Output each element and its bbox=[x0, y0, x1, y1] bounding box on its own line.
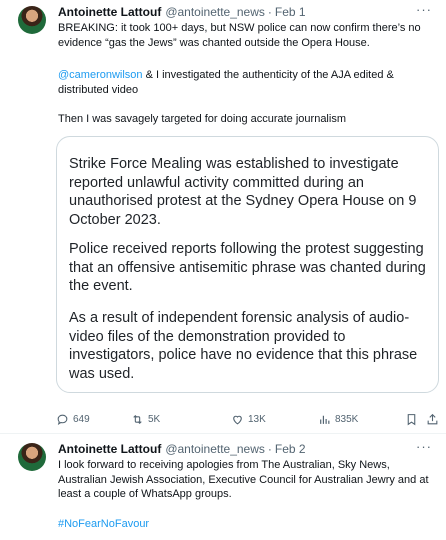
tweet-actions: 649 5K 13K 835K bbox=[56, 410, 439, 428]
avatar[interactable] bbox=[18, 6, 46, 34]
tweet-date[interactable]: Feb 2 bbox=[275, 442, 306, 456]
views-chart-icon bbox=[320, 415, 330, 424]
like-count: 13K bbox=[248, 413, 266, 425]
view-count: 835K bbox=[335, 413, 359, 425]
tweet-text: I look forward to receiving apologies fr… bbox=[58, 459, 429, 500]
repost-count: 5K bbox=[148, 413, 161, 425]
bookmark-icon bbox=[407, 413, 416, 425]
heart-icon bbox=[233, 415, 242, 424]
bookmark-button[interactable] bbox=[405, 410, 418, 428]
avatar[interactable] bbox=[18, 443, 46, 471]
share-button[interactable] bbox=[426, 410, 439, 428]
tweet-text-paragraph: Then I was savagely targeted for doing a… bbox=[58, 113, 346, 125]
author-name[interactable]: Antoinette Lattouf bbox=[58, 5, 161, 19]
tweet-header: Antoinette Lattouf @antoinette_news · Fe… bbox=[58, 439, 432, 457]
tweet-text: BREAKING: it took 100+ days, but NSW pol… bbox=[58, 22, 421, 49]
reply-button[interactable]: 649 bbox=[56, 410, 90, 428]
tweet-1[interactable]: Antoinette Lattouf @antoinette_news · Fe… bbox=[0, 0, 446, 434]
like-button[interactable]: 13K bbox=[231, 410, 266, 428]
author-handle[interactable]: @antoinette_news bbox=[165, 442, 265, 456]
reply-icon bbox=[57, 414, 68, 425]
more-options-icon[interactable]: ··· bbox=[416, 439, 432, 454]
author-name[interactable]: Antoinette Lattouf bbox=[58, 442, 161, 456]
quoted-statement-image[interactable]: Strike Force Mealing was established to … bbox=[56, 136, 439, 393]
more-options-icon[interactable]: ··· bbox=[416, 2, 432, 17]
separator: · bbox=[267, 5, 272, 19]
mention-link[interactable]: @cameronwilson bbox=[58, 69, 143, 81]
reply-count: 649 bbox=[73, 413, 90, 425]
views-button[interactable]: 835K bbox=[318, 410, 358, 428]
tweet-text-paragraph: @cameronwilson & I investigated the auth… bbox=[58, 68, 430, 97]
tweet-header: Antoinette Lattouf @antoinette_news · Fe… bbox=[58, 2, 432, 20]
tweet-2[interactable]: Antoinette Lattouf @antoinette_news · Fe… bbox=[0, 433, 446, 540]
hashtag-link[interactable]: #NoFearNoFavour bbox=[58, 518, 149, 530]
statement-paragraph: Strike Force Mealing was established to … bbox=[69, 156, 417, 228]
statement-paragraph: Police received reports following the pr… bbox=[69, 241, 426, 294]
author-handle[interactable]: @antoinette_news bbox=[165, 5, 265, 19]
statement-paragraph: As a result of independent forensic anal… bbox=[69, 310, 418, 382]
repost-icon bbox=[133, 414, 142, 424]
share-icon bbox=[427, 413, 438, 424]
separator: · bbox=[267, 442, 272, 456]
repost-button[interactable]: 5K bbox=[131, 410, 160, 428]
tweet-text-paragraph: #NoFearNoFavour bbox=[58, 517, 430, 532]
tweet-date[interactable]: Feb 1 bbox=[275, 5, 306, 19]
